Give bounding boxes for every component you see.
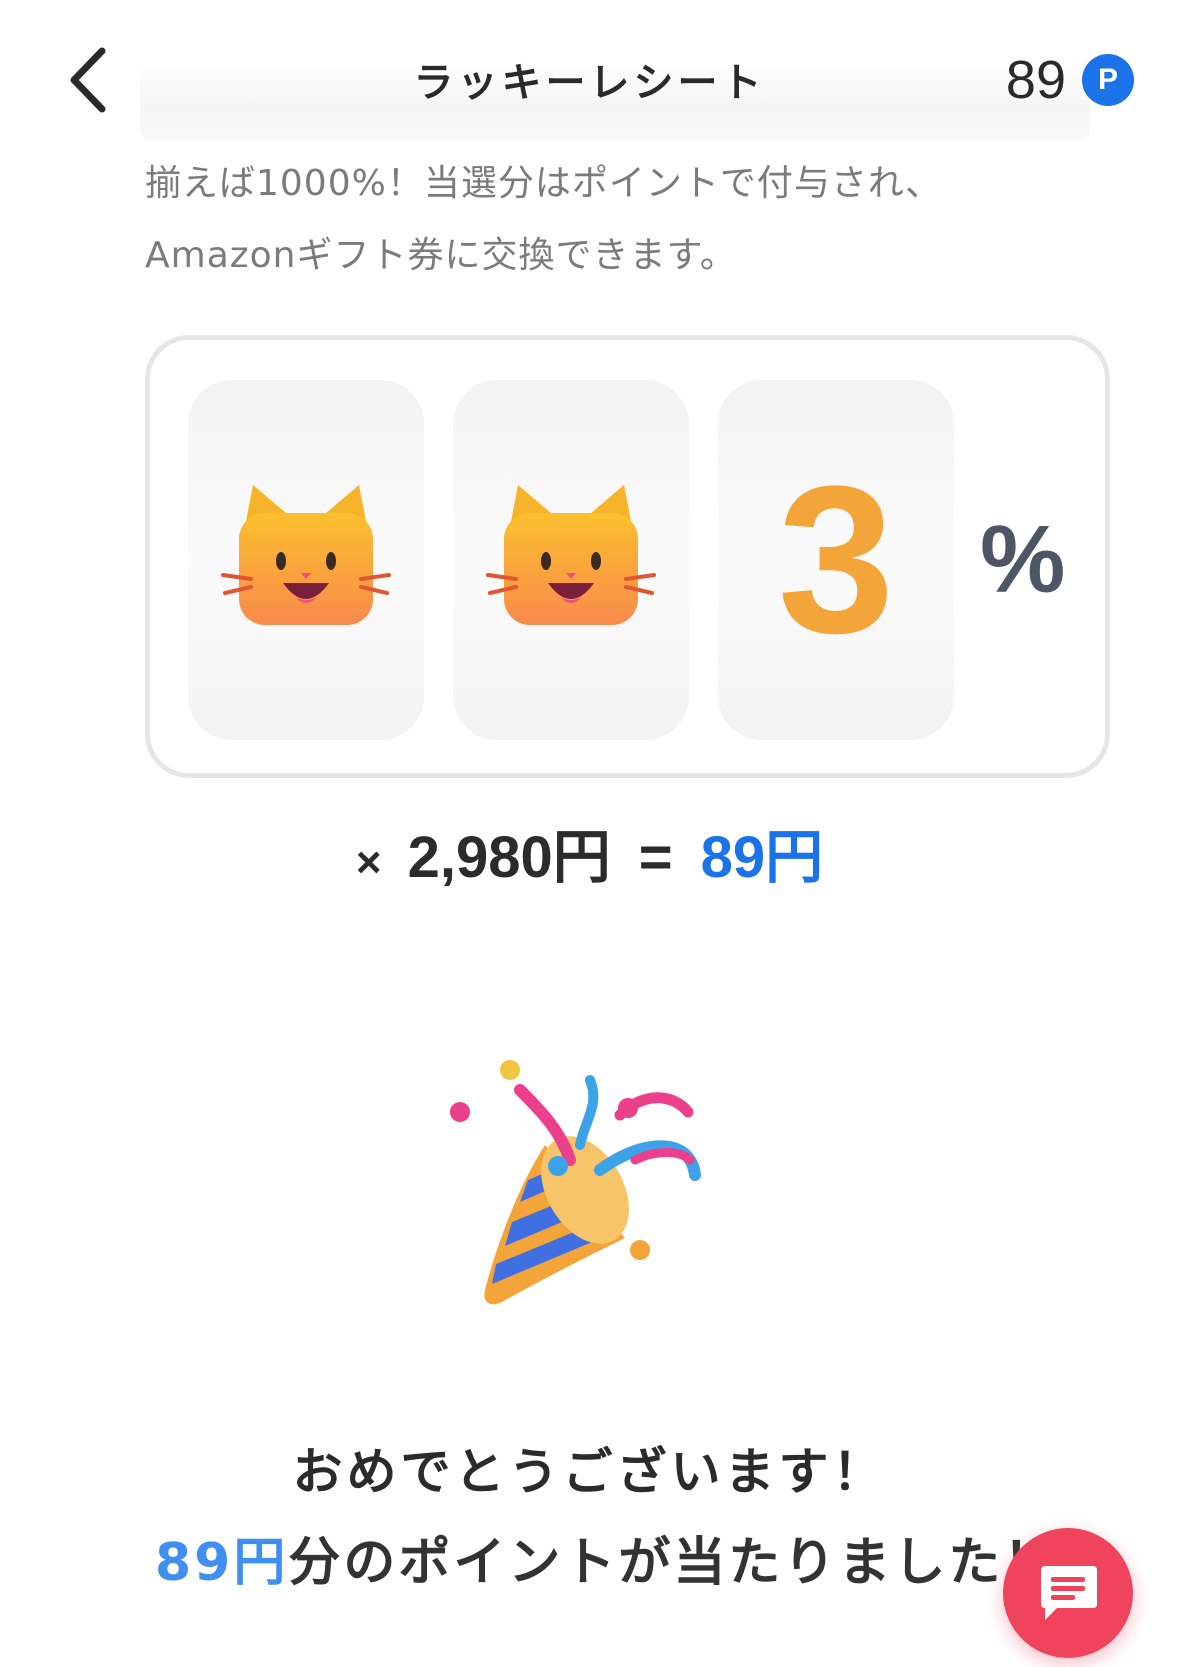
page-title: ラッキーレシート (413, 60, 766, 106)
slot-reel: 3 (718, 380, 954, 740)
header: ラッキーレシート 89 P (0, 0, 1179, 150)
purchase-amount: 2,980円 (407, 825, 611, 890)
party-popper-icon (450, 1060, 701, 1305)
points-value: 89 (1005, 50, 1066, 110)
slot-reel (188, 380, 424, 740)
slot-machine: 3 % (145, 335, 1110, 778)
points-badge-icon: P (1082, 54, 1134, 106)
description-line-1: 揃えば1000%！当選分はポイントで付与され、 (145, 163, 943, 204)
cat-face-icon (486, 485, 656, 625)
chat-button[interactable] (1003, 1528, 1133, 1658)
won-message: 89円分のポイントが当たりました！ (155, 1520, 1058, 1595)
chat-icon (1041, 1566, 1097, 1620)
slot-reel (453, 380, 689, 740)
won-text: 分のポイントが当たりました！ (288, 1533, 1059, 1593)
cat-face-icon (221, 485, 391, 625)
congrats-heading: おめでとうございます！ (292, 1443, 887, 1501)
result-amount: 89円 (700, 825, 824, 890)
won-amount: 89円 (155, 1533, 289, 1593)
times-sign: × (355, 838, 382, 887)
description-line-2: Amazonギフト券に交換できます。 (145, 235, 737, 276)
calculation: × 2,980円 = 89円 (0, 810, 1179, 894)
equals-sign: = (638, 825, 673, 890)
percent-sign: % (980, 506, 1066, 613)
slot-digit: 3 (777, 442, 895, 677)
description: 揃えば1000%！当選分はポイントで付与され、 Amazonギフト券に交換できま… (145, 148, 1105, 292)
points-display[interactable]: 89 P (1006, 45, 1134, 115)
